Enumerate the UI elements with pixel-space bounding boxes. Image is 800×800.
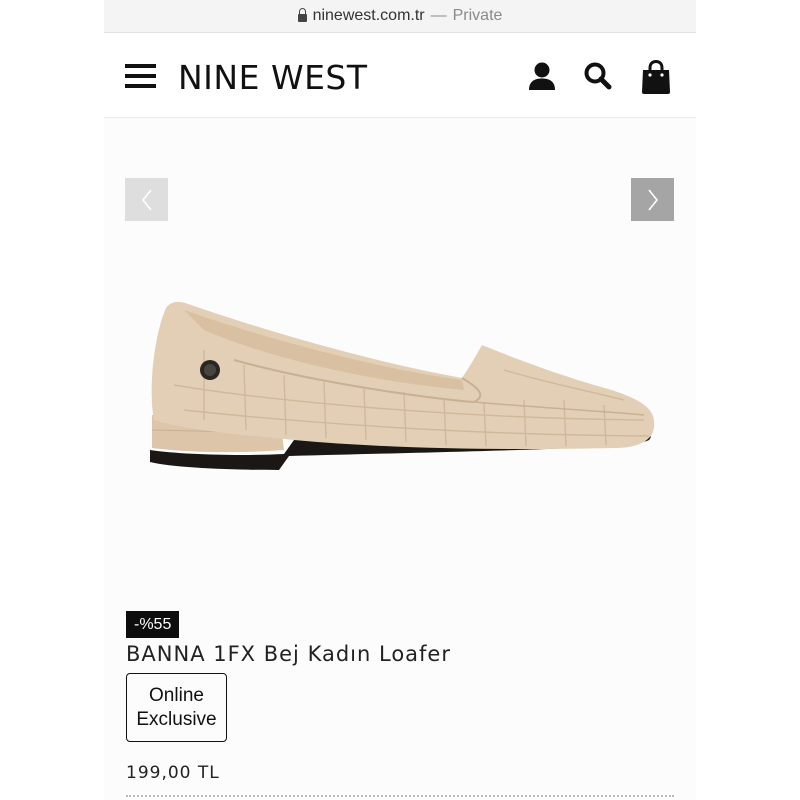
mobile-viewport: ninewest.com.tr — Private NINE WEST -%55… (104, 0, 696, 800)
shopping-bag-icon[interactable] (640, 59, 672, 95)
private-mode-label: Private (452, 7, 503, 24)
discount-badge: -%55 (126, 611, 180, 638)
menu-icon[interactable] (125, 64, 156, 89)
chevron-right-icon (647, 189, 658, 210)
product-price: 199,00 TL (126, 763, 220, 783)
url-separator: — (430, 7, 447, 24)
chevron-left-icon (141, 189, 152, 210)
online-exclusive-badge: Online Exclusive (126, 673, 227, 742)
site-header: NINE WEST (104, 33, 696, 118)
url-domain: ninewest.com.tr (312, 7, 425, 24)
loafer-shoe-image (150, 301, 655, 470)
gallery-prev-button[interactable] (125, 178, 168, 221)
divider (126, 795, 674, 797)
user-icon[interactable] (526, 59, 558, 95)
site-logo[interactable]: NINE WEST (178, 58, 368, 97)
product-gallery[interactable] (104, 118, 696, 598)
gallery-next-button[interactable] (631, 178, 674, 221)
lock-icon (297, 8, 307, 22)
search-icon[interactable] (582, 59, 614, 95)
address-bar[interactable]: ninewest.com.tr — Private (104, 0, 696, 33)
product-title[interactable]: BANNA 1FX Bej Kadın Loafer (126, 642, 451, 666)
exclusive-line-2: Exclusive (136, 708, 217, 730)
exclusive-line-1: Online (149, 684, 204, 706)
